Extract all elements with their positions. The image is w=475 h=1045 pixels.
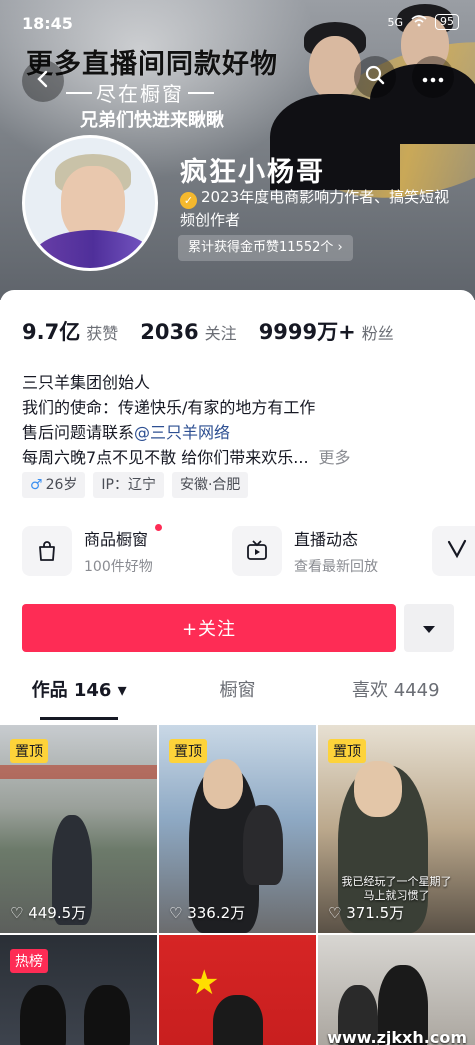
network-label: 5G: [387, 15, 403, 29]
profile-info-card: 9.7亿 获赞 2036 关注 9999万+ 粉丝 三只羊集团创始人 我们的使命：传递…: [0, 290, 475, 720]
shopping-bag-icon: [22, 526, 72, 576]
status-indicators: 5G 95: [387, 14, 459, 30]
stat-following[interactable]: 2036 关注: [140, 320, 236, 344]
bio-line: 我们的使命：传递快乐/有家的地方有工作: [22, 398, 316, 417]
bio-more-link[interactable]: 更多: [319, 448, 351, 467]
video-likes: ♡ 336.2万: [169, 904, 246, 922]
bio: 三只羊集团创始人 我们的使命：传递快乐/有家的地方有工作 售后问题请联系@三只羊…: [22, 370, 351, 470]
live-updates-label: 直播动态: [294, 530, 359, 549]
male-icon: ♂: [30, 477, 43, 493]
stat-followers[interactable]: 9999万+ 粉丝: [259, 316, 394, 346]
bio-line: 每周六晚7点不见不散 给你们带来欢乐... 更多: [22, 448, 351, 467]
pinned-badge: 置顶: [10, 739, 48, 763]
chevron-left-icon: [34, 70, 52, 92]
certification-text: ✓ 2023年度电商影响力作者、搞笑短视频创作者: [180, 186, 460, 231]
profile-header-banner: 18:45 5G 95 更多直播间同款好物 尽在橱窗 兄弟们快进来瞅瞅 疯狂小杨…: [0, 0, 475, 300]
status-bar: 18:45 5G 95: [0, 8, 475, 38]
feature-entries: 商品橱窗 100件好物 直播动态 查看最新回放: [22, 524, 422, 576]
video-thumbnail[interactable]: 我已经玩了一个星期了 马上就习惯了 置顶 ♡ 371.5万: [318, 725, 475, 933]
video-grid: 置顶 ♡ 449.5万 置顶 ♡ 336.2万 我已经玩了一个星期了 马上就习惯…: [0, 725, 475, 1045]
live-updates-entry[interactable]: 直播动态 查看最新回放: [232, 526, 422, 576]
search-icon: [365, 65, 385, 89]
stats-row: 9.7亿 获赞 2036 关注 9999万+ 粉丝: [22, 316, 394, 346]
v-logo-icon: [446, 538, 468, 564]
bio-line: 售后问题请联系@三只羊网络: [22, 423, 231, 442]
tab-likes[interactable]: 喜欢 4449: [317, 676, 475, 720]
video-thumbnail[interactable]: www.zjkxh.com: [318, 935, 475, 1045]
shop-window-desc: 100件好物: [84, 559, 153, 575]
tv-play-icon: [232, 526, 282, 576]
promo-title: 更多直播间同款好物: [26, 49, 278, 80]
battery-indicator: 95: [435, 14, 459, 30]
tag-location: 安徽·合肥: [171, 472, 249, 498]
profile-tags: ♂ 26岁 IP：辽宁 安徽·合肥: [22, 472, 249, 498]
video-caption: 我已经玩了一个星期了 马上就习惯了: [341, 875, 452, 902]
video-thumbnail[interactable]: ★: [159, 935, 316, 1045]
search-button[interactable]: [354, 56, 396, 98]
tag-ip: IP：辽宁: [93, 472, 164, 498]
verified-badge-icon: ✓: [180, 192, 197, 209]
promo-subtitle: 尽在橱窗: [66, 78, 214, 107]
status-time: 18:45: [22, 14, 73, 33]
mention-link[interactable]: @三只羊网络: [134, 423, 230, 442]
video-likes: ♡ 371.5万: [328, 904, 405, 922]
stat-likes[interactable]: 9.7亿 获赞: [22, 316, 118, 346]
watermark-text: www.zjkxh.com: [327, 1028, 467, 1045]
coin-likes-pill[interactable]: 累计获得金币赞11552个 ›: [178, 235, 353, 261]
content-tabs: 作品 146 ▾ 橱窗 喜欢 4449: [0, 676, 475, 720]
video-thumbnail[interactable]: 置顶 ♡ 449.5万: [0, 725, 157, 933]
more-options-button[interactable]: [412, 56, 454, 98]
tag-age: ♂ 26岁: [22, 472, 86, 498]
follow-button[interactable]: +关注: [22, 604, 396, 652]
shop-window-entry[interactable]: 商品橱窗 100件好物: [22, 524, 212, 576]
promo-tagline: 兄弟们快进来瞅瞅: [80, 110, 224, 131]
avatar[interactable]: [22, 135, 158, 271]
wifi-icon: [411, 14, 427, 30]
notification-dot: [154, 524, 162, 531]
more-dots-icon: [422, 68, 444, 87]
extra-feature-entry[interactable]: [432, 526, 475, 576]
pinned-badge: 置顶: [169, 739, 207, 763]
pinned-badge: 置顶: [328, 739, 366, 763]
video-likes: ♡ 449.5万: [10, 904, 87, 922]
back-button[interactable]: [22, 60, 64, 102]
trending-badge: 热榜: [10, 949, 48, 973]
video-thumbnail[interactable]: 热榜: [0, 935, 157, 1045]
username: 疯狂小杨哥: [180, 157, 325, 188]
certification-label: 2023年度电商影响力作者、搞笑短视频创作者: [180, 188, 450, 229]
shop-window-label: 商品橱窗: [84, 524, 162, 550]
bio-line: 三只羊集团创始人: [22, 373, 151, 392]
live-updates-desc: 查看最新回放: [294, 559, 378, 575]
tab-showcase[interactable]: 橱窗: [158, 676, 316, 720]
video-thumbnail[interactable]: 置顶 ♡ 336.2万: [159, 725, 316, 933]
caret-down-icon: [422, 619, 436, 638]
follow-dropdown-button[interactable]: [404, 604, 454, 652]
tab-works[interactable]: 作品 146 ▾: [0, 676, 158, 720]
